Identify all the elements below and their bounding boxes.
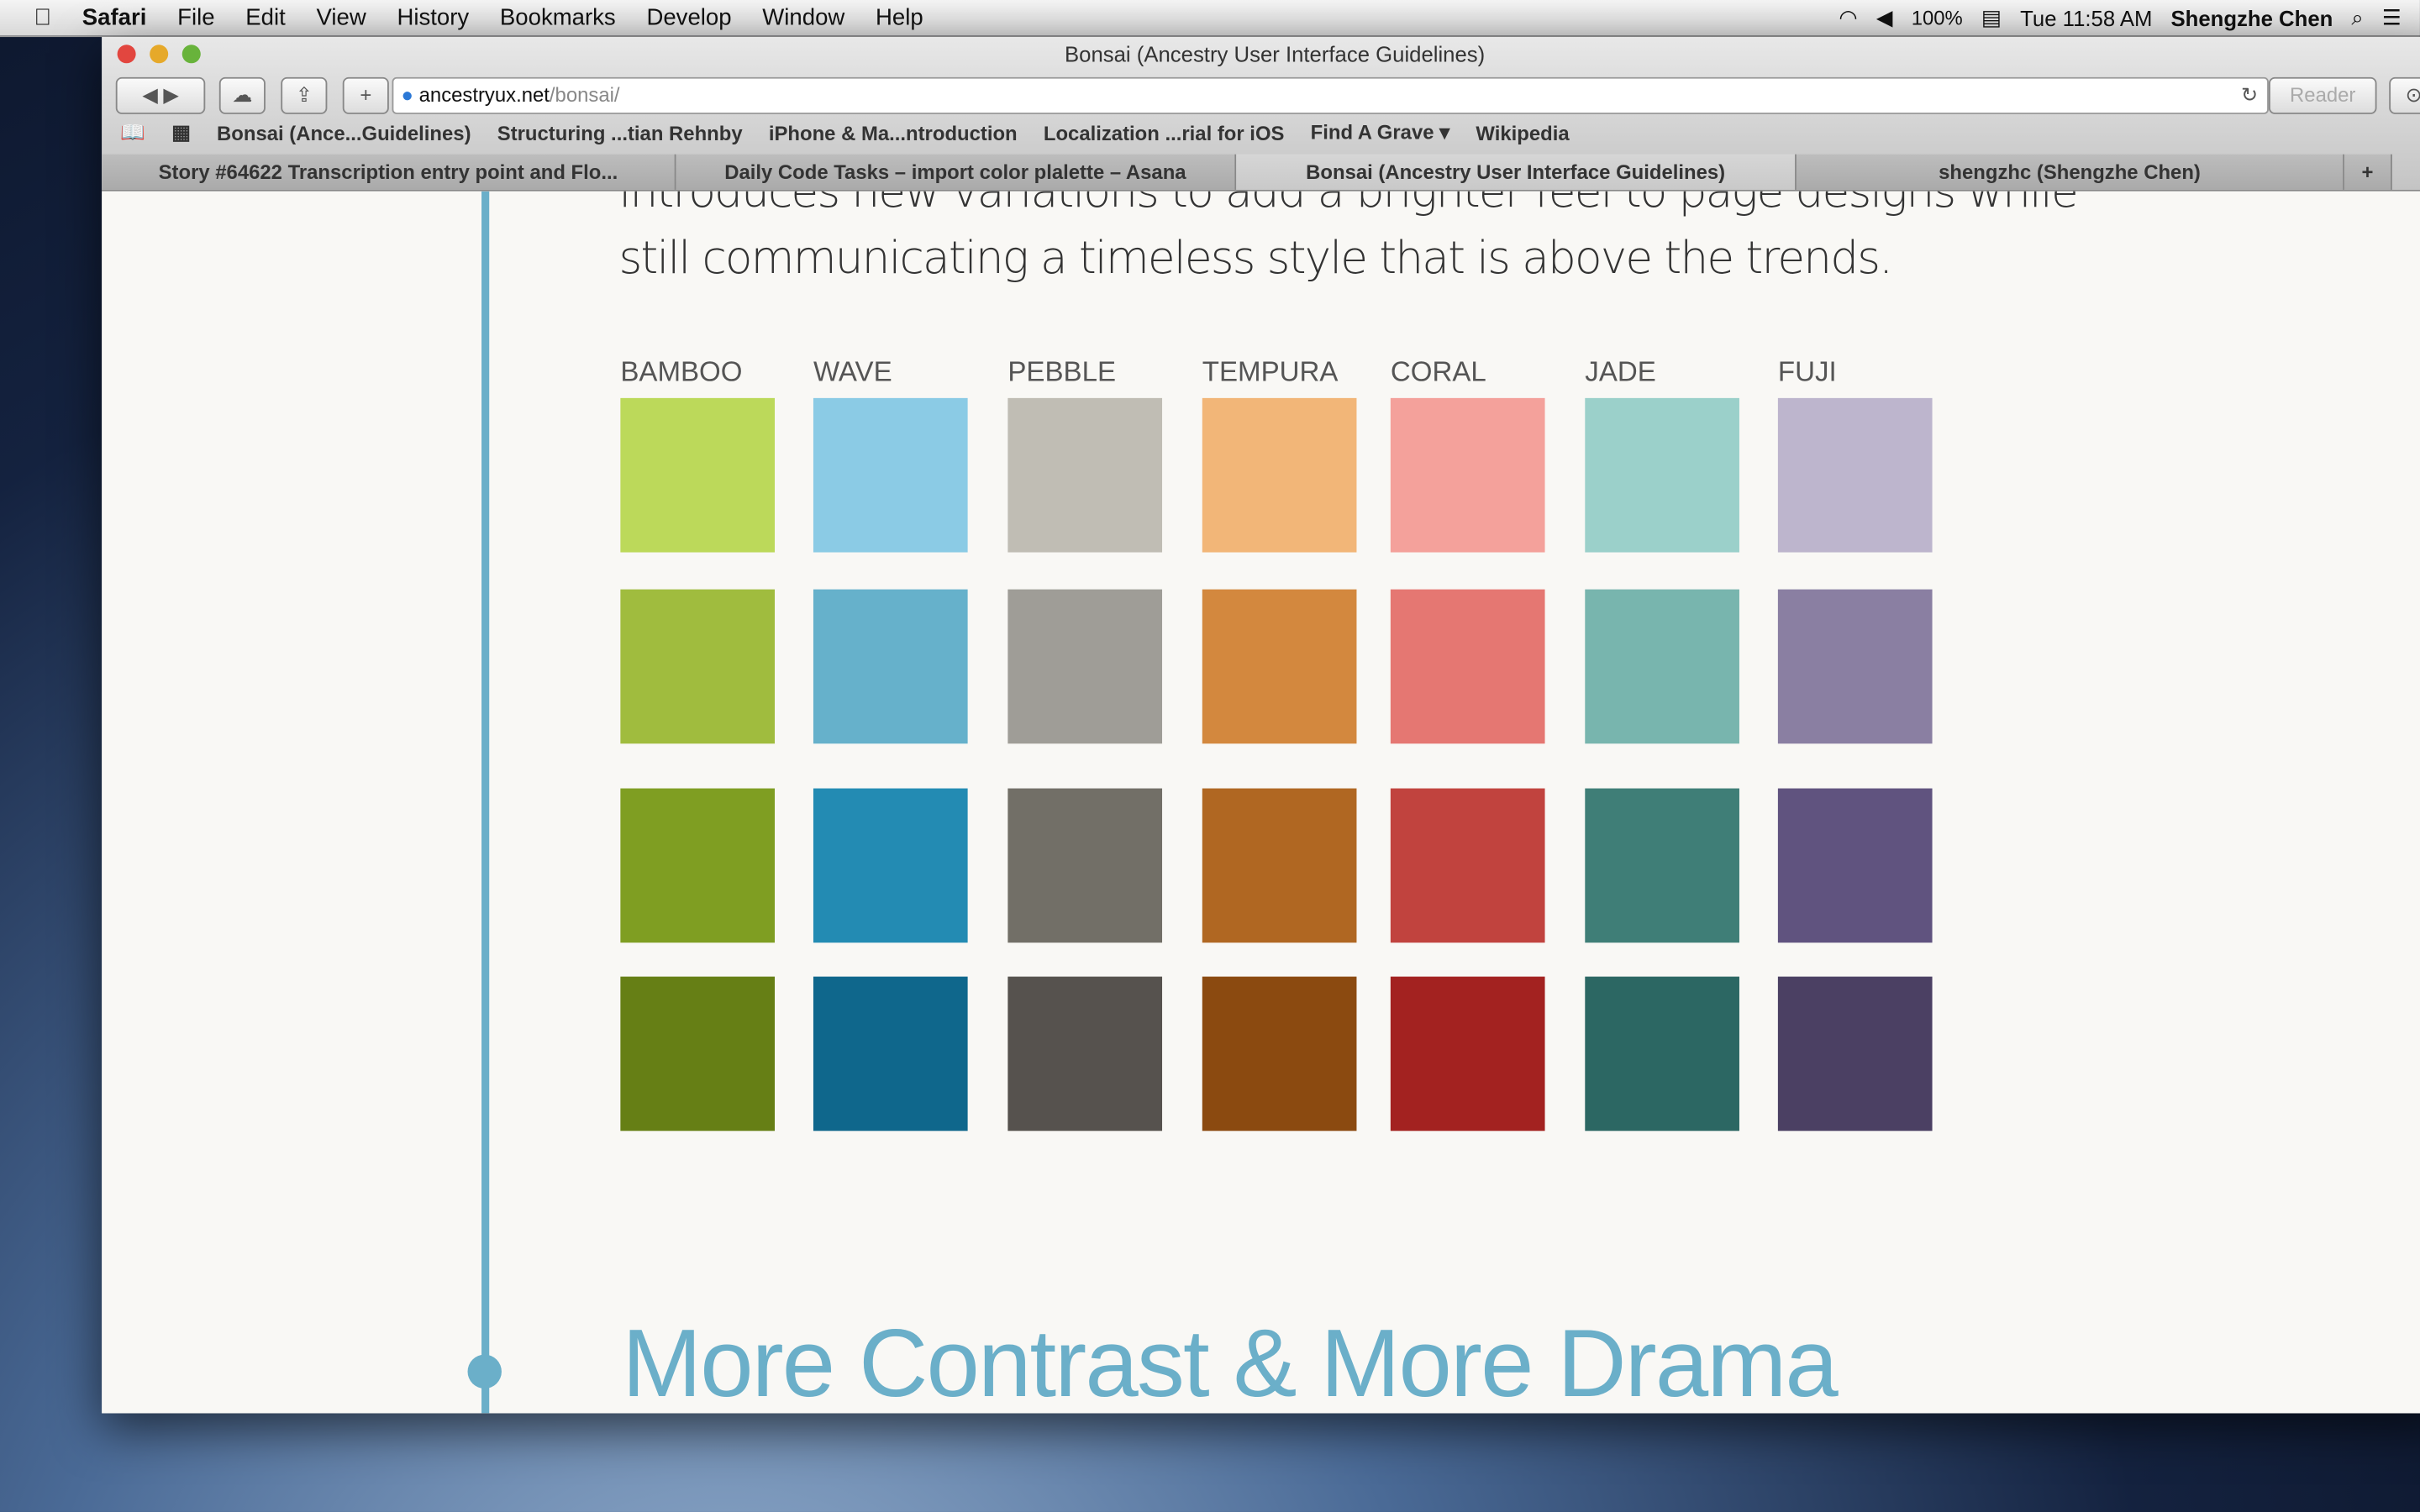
- bookmark-item[interactable]: iPhone & Ma...ntroduction: [769, 121, 1018, 144]
- color-swatch-tempura-2: [1202, 589, 1357, 744]
- color-swatch-bamboo-2: [620, 589, 776, 744]
- url-host: ancestryux.net: [418, 83, 550, 107]
- user-name[interactable]: Shengzhe Chen: [2170, 5, 2333, 29]
- color-swatch-jade-2: [1585, 589, 1739, 744]
- menu-bookmarks[interactable]: Bookmarks: [485, 5, 632, 31]
- palette-label-bamboo: BAMBOO: [620, 356, 743, 388]
- color-swatch-bamboo-3: [620, 788, 776, 943]
- back-forward-button[interactable]: ◀ ▶: [115, 76, 206, 114]
- battery-label[interactable]: 100%: [1912, 6, 1963, 29]
- notification-list-icon[interactable]: ☰: [2382, 5, 2402, 31]
- color-swatch-fuji-1: [1777, 397, 1933, 553]
- address-bar[interactable]: ● ancestryux.net/bonsai/ ↻: [392, 76, 2269, 114]
- menu-edit[interactable]: Edit: [230, 5, 301, 31]
- share-button[interactable]: ⇪: [281, 76, 328, 114]
- intro-text-line: still communicating a timeless style tha…: [618, 231, 1894, 284]
- page-content: introduces new variations to add a brigh…: [102, 191, 2420, 1414]
- menu-develop[interactable]: Develop: [631, 5, 747, 31]
- status-area: ◠ ◀ 100% ▤ Tue 11:58 AM Shengzhe Chen ⌕ …: [1839, 0, 2402, 35]
- color-swatch-jade-1: [1585, 397, 1739, 553]
- search-icon[interactable]: ⌕: [2351, 5, 2363, 31]
- intro-text-line: introduces new variations to add a brigh…: [618, 191, 2079, 218]
- flag-icon[interactable]: ▤: [1981, 5, 2002, 31]
- color-swatch-tempura-4: [1202, 976, 1357, 1131]
- color-swatch-pebble-2: [1007, 589, 1163, 744]
- palette-label-wave: WAVE: [813, 356, 892, 388]
- color-swatch-jade-3: [1585, 788, 1739, 943]
- color-swatch-fuji-4: [1777, 976, 1933, 1131]
- browser-window: Bonsai (Ancestry User Interface Guidelin…: [102, 37, 2420, 1414]
- menu-file[interactable]: File: [162, 5, 230, 31]
- color-swatch-fuji-2: [1777, 589, 1933, 744]
- palette-label-pebble: PEBBLE: [1007, 356, 1117, 388]
- tab[interactable]: Story #64622 Transcription entry point a…: [102, 154, 676, 190]
- new-tab-plus-button[interactable]: +: [2344, 154, 2392, 190]
- color-swatch-wave-2: [813, 589, 968, 744]
- color-swatch-bamboo-4: [620, 976, 776, 1131]
- color-swatch-fuji-3: [1777, 788, 1933, 943]
- color-swatch-coral-2: [1390, 589, 1545, 744]
- menu-help[interactable]: Help: [860, 5, 939, 31]
- downloads-button[interactable]: ⊙: [2389, 76, 2420, 114]
- color-swatch-tempura-3: [1202, 788, 1357, 943]
- menu-bar:  Safari File Edit View History Bookmark…: [0, 0, 2420, 38]
- tab[interactable]: shengzhc (Shengzhe Chen): [1796, 154, 2344, 190]
- palette-label-tempura: TEMPURA: [1202, 356, 1339, 388]
- window-title: Bonsai (Ancestry User Interface Guidelin…: [1065, 41, 1486, 66]
- top-sites-icon[interactable]: ▦: [171, 120, 191, 144]
- icloud-tabs-button[interactable]: ☁: [218, 76, 266, 114]
- color-swatch-wave-4: [813, 976, 968, 1131]
- color-swatch-coral-3: [1390, 788, 1545, 943]
- bookmark-item[interactable]: Bonsai (Ance...Guidelines): [217, 121, 471, 144]
- color-swatch-pebble-4: [1007, 976, 1163, 1131]
- bookmark-item[interactable]: Find A Grave ▾: [1311, 120, 1449, 144]
- reading-list-icon[interactable]: 📖: [120, 120, 145, 144]
- section-heading: More Contrast & More Drama: [622, 1311, 1839, 1414]
- menu-window[interactable]: Window: [747, 5, 860, 31]
- menu-history[interactable]: History: [381, 5, 484, 31]
- color-swatch-wave-1: [813, 397, 968, 553]
- apple-icon[interactable]: : [0, 5, 66, 31]
- color-swatch-coral-4: [1390, 976, 1545, 1131]
- palette-label-jade: JADE: [1585, 356, 1656, 388]
- color-swatch-wave-3: [813, 788, 968, 943]
- bookmark-item[interactable]: Structuring ...tian Rehnby: [497, 121, 743, 144]
- color-swatch-coral-1: [1390, 397, 1545, 553]
- tab[interactable]: Daily Code Tasks – import color plalette…: [676, 154, 1237, 190]
- wifi-icon[interactable]: ◠: [1839, 5, 1857, 31]
- volume-icon[interactable]: ◀: [1876, 5, 1893, 31]
- palette-label-fuji: FUJI: [1777, 356, 1837, 388]
- color-swatch-tempura-1: [1202, 397, 1357, 553]
- bookmark-item[interactable]: Localization ...rial for iOS: [1044, 121, 1285, 144]
- color-swatch-jade-4: [1585, 976, 1739, 1131]
- toolbar: Bonsai (Ancestry User Interface Guidelin…: [102, 37, 2420, 192]
- color-swatch-bamboo-1: [620, 397, 776, 553]
- bookmarks-bar: 📖 ▦ Bonsai (Ance...Guidelines) Structuri…: [102, 118, 1596, 149]
- clock[interactable]: Tue 11:58 AM: [2020, 5, 2152, 29]
- palette-label-coral: CORAL: [1390, 356, 1486, 388]
- new-tab-button[interactable]: +: [342, 76, 389, 114]
- reader-button[interactable]: Reader: [2268, 76, 2377, 114]
- bookmark-item[interactable]: Wikipedia: [1476, 121, 1569, 144]
- timeline-line: [481, 191, 490, 1414]
- tab-active[interactable]: Bonsai (Ancestry User Interface Guidelin…: [1236, 154, 1797, 190]
- menu-view[interactable]: View: [301, 5, 381, 31]
- globe-icon: ●: [401, 83, 413, 107]
- menu-app[interactable]: Safari: [66, 5, 161, 31]
- color-swatch-pebble-1: [1007, 397, 1163, 553]
- tab-bar: Story #64622 Transcription entry point a…: [102, 154, 2420, 190]
- timeline-dot: [467, 1354, 502, 1389]
- url-path: /bonsai/: [549, 83, 620, 107]
- reload-icon[interactable]: ↻: [2241, 79, 2258, 113]
- color-swatch-pebble-3: [1007, 788, 1163, 943]
